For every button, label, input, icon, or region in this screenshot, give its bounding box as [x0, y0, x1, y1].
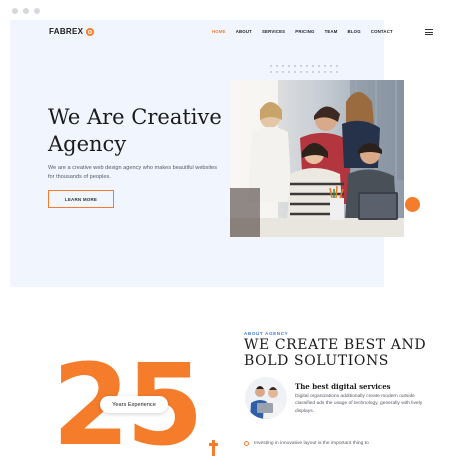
dot-pattern [268, 63, 340, 75]
nav-item-about[interactable]: ABOUT [236, 29, 252, 34]
nav-item-services[interactable]: SERVICES [262, 29, 285, 34]
bullet-circle-icon [244, 441, 249, 446]
hero-description: We are a creative web design agency who … [48, 165, 218, 180]
logo-circle-icon [86, 27, 95, 36]
hero-team-photo [230, 80, 404, 237]
window-dot-icon [23, 8, 29, 14]
brand-name: FABREX [49, 27, 84, 36]
nav-item-team[interactable]: TEAM [325, 29, 338, 34]
experience-badge: Years Experience [100, 396, 168, 413]
main-nav: HOME ABOUT SERVICES PRICING TEAM BLOG CO… [212, 29, 393, 34]
about-title: WE CREATE BEST AND BOLD SOLUTIONS [244, 337, 427, 369]
nav-item-blog[interactable]: BLOG [348, 29, 361, 34]
service-avatar [245, 377, 287, 419]
nav-item-pricing[interactable]: PRICING [295, 29, 314, 34]
window-dot-icon [12, 8, 18, 14]
learn-more-button[interactable]: LEARN MORE [48, 190, 114, 208]
hero-title: We Are Creative Agency [48, 105, 222, 156]
window-dot-icon [34, 8, 40, 14]
window-controls [12, 8, 40, 14]
nav-item-contact[interactable]: CONTACT [371, 29, 393, 34]
orange-circle-decoration [405, 197, 420, 212]
brand-logo[interactable]: FABREX [49, 27, 95, 36]
navbar: FABREX HOME ABOUT SERVICES PRICING TEAM … [0, 20, 450, 44]
hamburger-menu-icon[interactable] [425, 29, 433, 35]
service-title: The best digital services [295, 382, 391, 391]
about-eyebrow: ABOUT AGENCY [244, 331, 289, 336]
service-description: Digital organizations additionally creat… [295, 394, 423, 414]
feature-bullet-text: Investing in innovative layout is the im… [254, 441, 369, 446]
plus-decoration-icon [209, 440, 218, 456]
nav-item-home[interactable]: HOME [212, 29, 226, 34]
